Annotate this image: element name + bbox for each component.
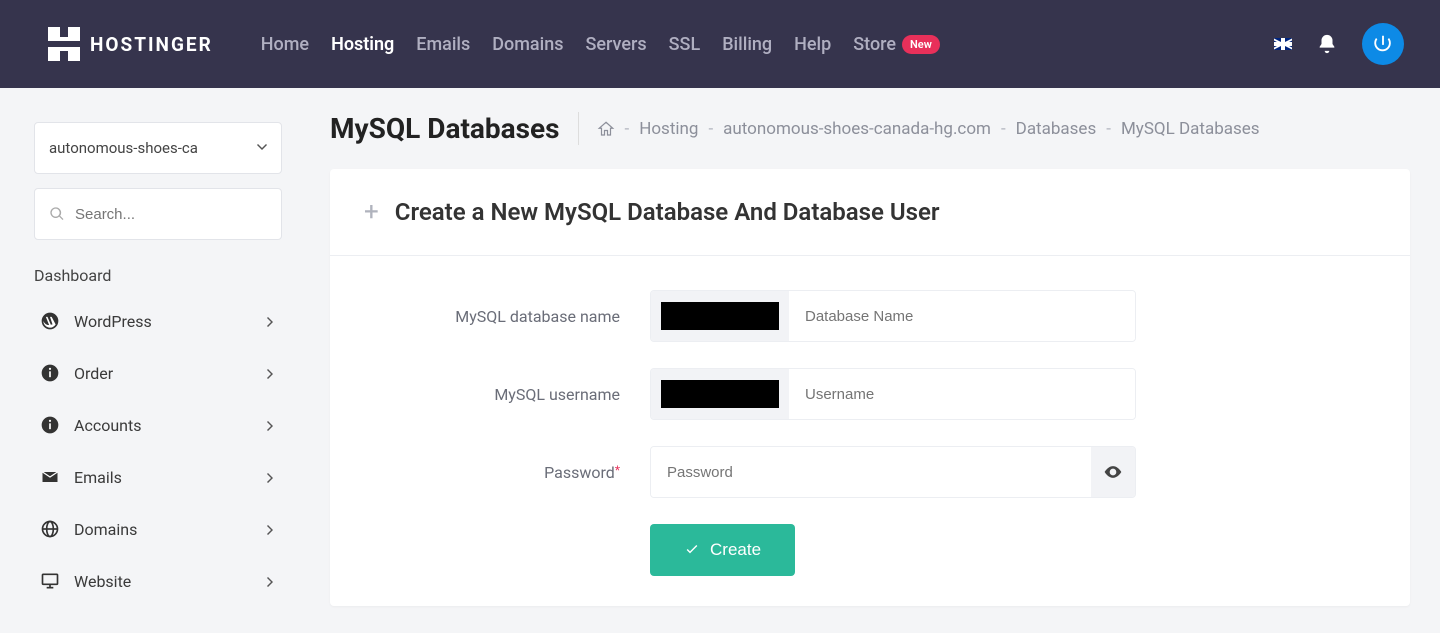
sidebar-item-emails[interactable]: Emails [34, 451, 282, 503]
row-db-name: MySQL database name [390, 290, 1350, 342]
info-icon [40, 363, 60, 383]
sidebar-search[interactable] [34, 188, 282, 240]
bell-icon[interactable] [1316, 33, 1338, 55]
sidebar-item-label: Order [74, 364, 113, 383]
sidebar-item-label: Emails [74, 468, 122, 487]
sidebar-item-accounts[interactable]: Accounts [34, 399, 282, 451]
dashboard-label: Dashboard [34, 266, 282, 285]
db-prefix-redacted [651, 291, 789, 341]
toggle-password-visibility[interactable] [1091, 447, 1135, 497]
label-password-text: Password [544, 463, 615, 482]
input-group-username [650, 368, 1136, 420]
db-name-input[interactable] [789, 291, 1135, 341]
header-right [1274, 23, 1404, 65]
hostinger-logo-icon [48, 27, 80, 61]
main-content: MySQL Databases - Hosting - autonomous-s… [300, 88, 1440, 607]
primary-nav: Home Hosting Emails Domains Servers SSL … [261, 34, 940, 55]
uk-flag-icon[interactable] [1274, 38, 1292, 50]
chevron-right-icon [266, 364, 276, 383]
sidebar-item-label: Domains [74, 520, 137, 539]
nav-emails[interactable]: Emails [416, 34, 470, 55]
input-group-db-name [650, 290, 1136, 342]
label-db-name: MySQL database name [390, 307, 650, 326]
password-input[interactable] [651, 447, 1091, 497]
page-title: MySQL Databases [330, 112, 579, 145]
breadcrumb-sep: - [625, 119, 630, 139]
nav-help[interactable]: Help [794, 34, 831, 55]
chevron-down-icon [257, 139, 267, 157]
breadcrumb: - Hosting - autonomous-shoes-canada-hg.c… [597, 119, 1260, 139]
envelope-icon [40, 467, 60, 487]
nav-billing[interactable]: Billing [722, 34, 772, 55]
username-input[interactable] [789, 369, 1135, 419]
monitor-icon [40, 571, 60, 591]
top-nav: HOSTINGER Home Hosting Emails Domains Se… [0, 0, 1440, 88]
page-header: MySQL Databases - Hosting - autonomous-s… [330, 112, 1410, 145]
input-group-password [650, 446, 1136, 498]
nav-hosting[interactable]: Hosting [331, 34, 394, 55]
row-password: Password* [390, 446, 1350, 498]
sidebar-item-label: Accounts [74, 416, 141, 435]
required-mark: * [615, 463, 620, 477]
breadcrumb-hosting[interactable]: Hosting [639, 119, 698, 139]
breadcrumb-sep: - [1001, 119, 1006, 139]
wordpress-icon [40, 311, 60, 331]
site-selector-value: autonomous-shoes-ca [49, 139, 198, 157]
globe-icon [40, 519, 60, 539]
eye-icon [1103, 462, 1123, 482]
info-icon [40, 415, 60, 435]
breadcrumb-databases[interactable]: Databases [1016, 119, 1097, 139]
card-heading: + Create a New MySQL Database And Databa… [330, 169, 1410, 256]
nav-servers[interactable]: Servers [586, 34, 647, 55]
chevron-right-icon [266, 572, 276, 591]
sidebar-item-label: Website [74, 572, 131, 591]
sidebar: autonomous-shoes-ca Dashboard WordPress [0, 88, 300, 607]
search-icon [49, 206, 65, 222]
plus-icon: + [364, 197, 379, 227]
label-password: Password* [390, 463, 650, 482]
nav-ssl[interactable]: SSL [669, 34, 701, 55]
card-heading-text: Create a New MySQL Database And Database… [395, 198, 940, 226]
create-db-card: + Create a New MySQL Database And Databa… [330, 169, 1410, 606]
label-username: MySQL username [390, 385, 650, 404]
brand-logo[interactable]: HOSTINGER [48, 27, 213, 61]
nav-domains[interactable]: Domains [492, 34, 563, 55]
chevron-right-icon [266, 468, 276, 487]
row-username: MySQL username [390, 368, 1350, 420]
sidebar-menu: WordPress Order Accounts [34, 295, 282, 607]
new-badge: New [902, 35, 940, 54]
nav-home[interactable]: Home [261, 34, 309, 55]
brand-name: HOSTINGER [90, 33, 213, 56]
search-input[interactable] [75, 206, 267, 223]
submit-row: Create [390, 524, 1350, 576]
nav-store[interactable]: Store New [853, 34, 940, 55]
sidebar-item-order[interactable]: Order [34, 347, 282, 399]
home-icon[interactable] [597, 120, 615, 138]
breadcrumb-current: MySQL Databases [1121, 119, 1260, 139]
create-db-form: MySQL database name MySQL username [330, 256, 1410, 586]
site-selector[interactable]: autonomous-shoes-ca [34, 122, 282, 174]
nav-store-label: Store [853, 34, 896, 55]
sidebar-item-wordpress[interactable]: WordPress [34, 295, 282, 347]
user-prefix-redacted [651, 369, 789, 419]
account-menu-button[interactable] [1362, 23, 1404, 65]
sidebar-item-website[interactable]: Website [34, 555, 282, 607]
chevron-right-icon [266, 312, 276, 331]
sidebar-item-label: WordPress [74, 312, 152, 331]
chevron-right-icon [266, 520, 276, 539]
power-icon [1372, 33, 1394, 55]
breadcrumb-sep: - [708, 119, 713, 139]
chevron-right-icon [266, 416, 276, 435]
create-button-label: Create [710, 540, 761, 560]
sidebar-item-domains[interactable]: Domains [34, 503, 282, 555]
breadcrumb-domain[interactable]: autonomous-shoes-canada-hg.com [723, 119, 991, 139]
check-icon [684, 542, 700, 558]
create-button[interactable]: Create [650, 524, 795, 576]
breadcrumb-sep: - [1106, 119, 1111, 139]
